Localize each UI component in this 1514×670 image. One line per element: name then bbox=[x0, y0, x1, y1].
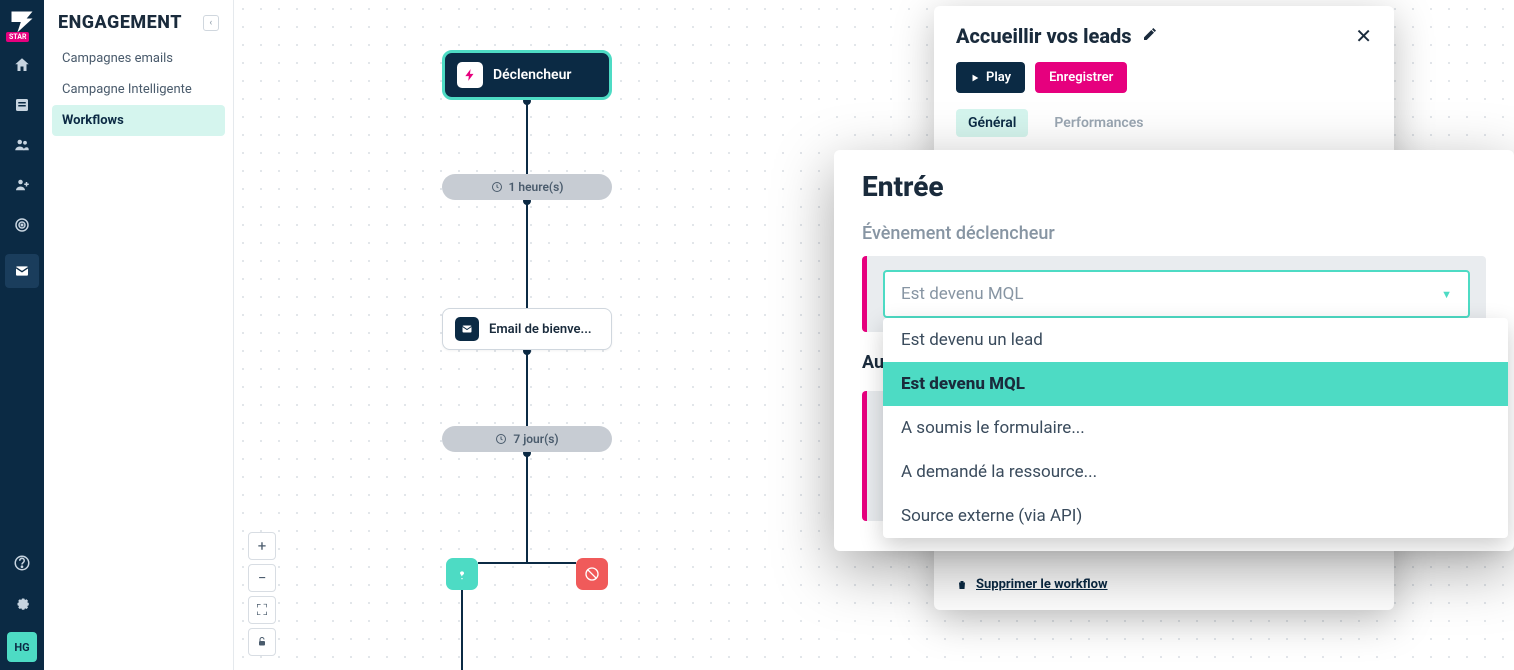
add-user-icon[interactable] bbox=[11, 174, 33, 196]
clock-icon bbox=[495, 433, 507, 445]
trigger-select[interactable]: Est devenu MQL ▼ bbox=[883, 270, 1470, 318]
group-icon[interactable] bbox=[11, 134, 33, 156]
dropdown-option[interactable]: Est devenu MQL bbox=[883, 362, 1508, 406]
select-value: Est devenu MQL bbox=[901, 284, 1024, 304]
bolt-icon bbox=[457, 62, 483, 88]
delay-label: 7 jour(s) bbox=[513, 432, 558, 446]
dropdown-option[interactable]: Est devenu un lead bbox=[883, 318, 1508, 362]
connector bbox=[526, 100, 528, 174]
engagement-sidebar: ENGAGEMENT ‹ Campagnes emails Campagne I… bbox=[44, 0, 234, 670]
user-avatar[interactable]: HG bbox=[7, 632, 37, 662]
help-icon[interactable] bbox=[11, 552, 33, 574]
play-button[interactable]: Play bbox=[956, 62, 1025, 93]
dropdown-option[interactable]: A soumis le formulaire... bbox=[883, 406, 1508, 450]
node-email-label: Email de bienve... bbox=[489, 322, 592, 337]
zoom-controls: + − ⛶ bbox=[248, 532, 276, 656]
delete-workflow-link[interactable]: Supprimer le workflow bbox=[956, 577, 1372, 592]
node-trigger[interactable]: Déclencheur bbox=[442, 50, 612, 100]
play-icon bbox=[970, 73, 980, 83]
close-icon[interactable]: ✕ bbox=[1355, 24, 1372, 48]
home-icon[interactable] bbox=[11, 54, 33, 76]
connector bbox=[526, 452, 528, 562]
app-rail: STAR HG bbox=[0, 0, 44, 670]
save-button[interactable]: Enregistrer bbox=[1035, 62, 1127, 93]
star-badge: STAR bbox=[6, 32, 29, 42]
trigger-event-label: Évènement déclencheur bbox=[862, 223, 1486, 244]
sidebar-item-campagne-intelligente[interactable]: Campagne Intelligente bbox=[52, 74, 225, 105]
node-delay-1[interactable]: 1 heure(s) bbox=[442, 174, 612, 200]
branch-line bbox=[528, 562, 576, 564]
tab-general[interactable]: Général bbox=[956, 109, 1028, 137]
list-icon[interactable] bbox=[11, 94, 33, 116]
sidebar-title: ENGAGEMENT ‹ bbox=[52, 12, 225, 43]
gear-icon[interactable] bbox=[11, 592, 33, 614]
zoom-in-button[interactable]: + bbox=[248, 532, 276, 560]
connector bbox=[461, 590, 463, 670]
dropdown-option[interactable]: A demandé la ressource... bbox=[883, 450, 1508, 494]
app-logo[interactable]: STAR bbox=[8, 8, 36, 36]
fit-button[interactable]: ⛶ bbox=[248, 596, 276, 624]
mail-icon bbox=[455, 317, 479, 341]
collapse-sidebar-icon[interactable]: ‹ bbox=[203, 15, 219, 31]
trash-icon bbox=[956, 579, 968, 591]
pencil-icon[interactable] bbox=[1142, 26, 1158, 46]
connector bbox=[526, 200, 528, 308]
node-trigger-label: Déclencheur bbox=[493, 67, 571, 83]
tab-performances[interactable]: Performances bbox=[1042, 109, 1155, 137]
chevron-down-icon: ▼ bbox=[1441, 288, 1452, 301]
delay-label: 1 heure(s) bbox=[509, 180, 564, 194]
dropdown-option[interactable]: Source externe (via API) bbox=[883, 494, 1508, 538]
node-delay-2[interactable]: 7 jour(s) bbox=[442, 426, 612, 452]
sidebar-item-workflows[interactable]: Workflows bbox=[52, 105, 225, 136]
popover-title: Entrée bbox=[862, 170, 1486, 203]
trigger-dropdown: Est devenu un lead Est devenu MQL A soum… bbox=[883, 318, 1508, 538]
branch-line bbox=[478, 562, 528, 564]
mail-icon[interactable] bbox=[5, 254, 39, 288]
clock-icon bbox=[491, 181, 503, 193]
entry-popover: Entrée Évènement déclencheur Est devenu … bbox=[834, 150, 1514, 551]
panel-title: Accueillir vos leads bbox=[956, 24, 1132, 48]
lock-button[interactable] bbox=[248, 628, 276, 656]
zoom-out-button[interactable]: − bbox=[248, 564, 276, 592]
node-email[interactable]: Email de bienve... bbox=[442, 308, 612, 350]
branch-no-button[interactable] bbox=[576, 558, 608, 590]
sidebar-item-campagnes-emails[interactable]: Campagnes emails bbox=[52, 43, 225, 74]
branch-yes-button[interactable] bbox=[446, 558, 478, 590]
connector bbox=[526, 350, 528, 426]
target-icon[interactable] bbox=[11, 214, 33, 236]
